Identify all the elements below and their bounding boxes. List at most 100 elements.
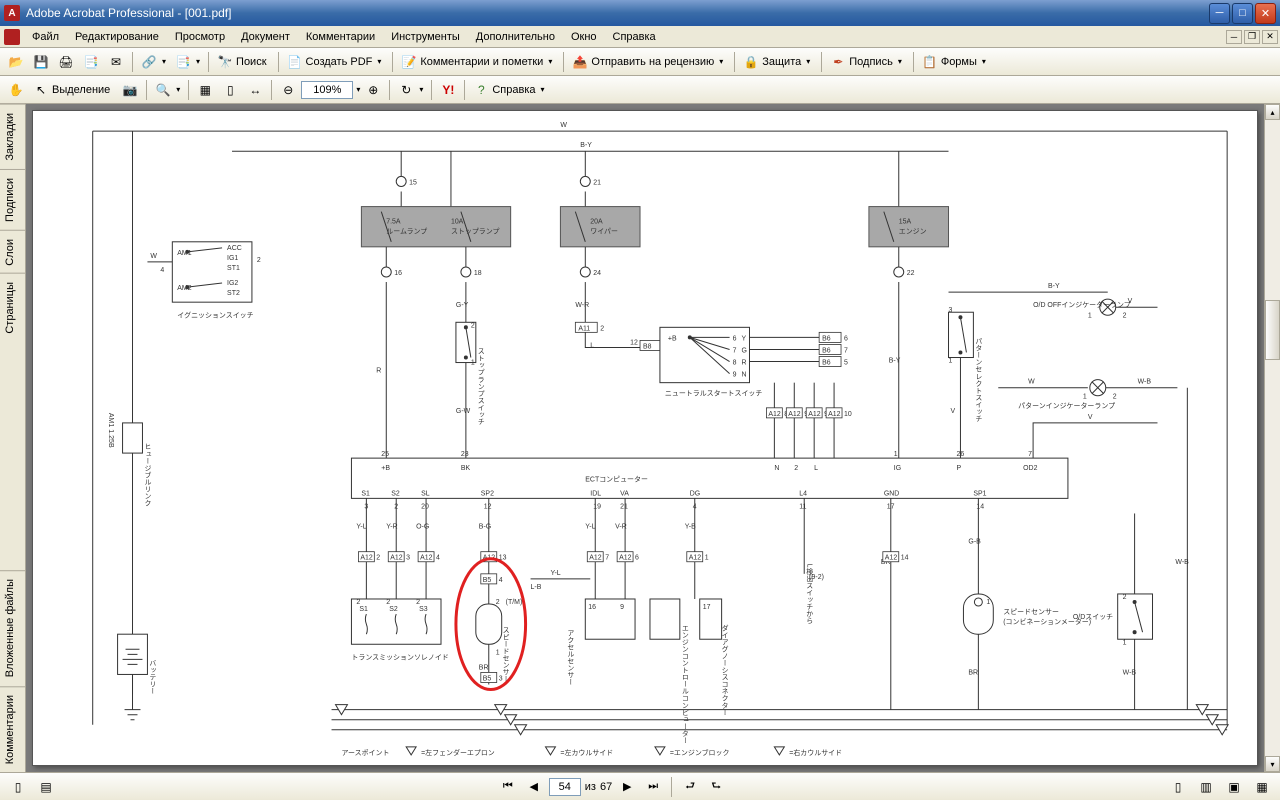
fit-page-button[interactable]: ▦ bbox=[193, 79, 217, 101]
print-button[interactable]: 🖨 bbox=[54, 51, 78, 73]
minimize-button[interactable]: ─ bbox=[1209, 3, 1230, 24]
svg-text:IG1: IG1 bbox=[227, 255, 238, 262]
zoom-dropdown[interactable]: ▾ bbox=[356, 85, 360, 94]
forward-view[interactable]: ⮑ bbox=[705, 776, 727, 798]
page-layout-single[interactable]: ▯ bbox=[6, 776, 30, 798]
svg-text:2: 2 bbox=[386, 599, 390, 606]
hand-tool[interactable]: ✋ bbox=[4, 79, 28, 101]
svg-text:ACC: ACC bbox=[227, 245, 242, 252]
svg-text:=右カウルサイド: =右カウルサイド bbox=[789, 748, 842, 757]
select-tool[interactable]: ↖Выделение bbox=[29, 79, 117, 101]
app-icon: A bbox=[4, 5, 20, 21]
menu-window[interactable]: Окно bbox=[563, 28, 605, 46]
vertical-scrollbar[interactable]: ▴ ▾ bbox=[1264, 104, 1280, 772]
svg-text:トランスミッションソレノイド: トランスミッションソレノイド bbox=[351, 653, 448, 661]
continuous-view[interactable]: ▥ bbox=[1194, 776, 1218, 798]
bookmarks-button[interactable]: 📑▾ bbox=[171, 51, 204, 73]
svg-text:2: 2 bbox=[496, 599, 500, 606]
search-button[interactable]: 🔭Поиск bbox=[213, 51, 273, 73]
svg-text:SP2: SP2 bbox=[481, 490, 494, 497]
print-icon: 🖨 bbox=[58, 54, 74, 70]
menu-help[interactable]: Справка bbox=[605, 28, 664, 46]
scroll-down[interactable]: ▾ bbox=[1265, 756, 1280, 772]
svg-text:S3: S3 bbox=[419, 606, 428, 613]
page-layout-continuous[interactable]: ▤ bbox=[34, 776, 58, 798]
zoom-input[interactable] bbox=[301, 81, 353, 99]
svg-text:OD2: OD2 bbox=[1023, 465, 1037, 472]
mdi-restore[interactable]: ❐ bbox=[1244, 30, 1260, 44]
svg-text:AM2: AM2 bbox=[177, 285, 191, 292]
link-button[interactable]: 🔗▾ bbox=[137, 51, 170, 73]
page-of-label: из bbox=[585, 781, 596, 793]
create-pdf-button[interactable]: 📄Создать PDF▾ bbox=[283, 51, 389, 73]
svg-text:25: 25 bbox=[381, 451, 389, 458]
svg-text:11: 11 bbox=[799, 503, 806, 510]
tab-signatures[interactable]: Подписи bbox=[0, 169, 25, 230]
open-button[interactable]: 📂 bbox=[4, 51, 28, 73]
security-button[interactable]: 🔒Защита▾ bbox=[739, 51, 817, 73]
zoom-out-button[interactable]: ⊖ bbox=[276, 79, 300, 101]
zoom-in-button[interactable]: ⊕ bbox=[361, 79, 385, 101]
svg-text:エンジンコントロールコンピューター: エンジンコントロールコンピューター bbox=[681, 624, 688, 744]
svg-text:BR: BR bbox=[479, 664, 489, 671]
email-button[interactable]: ✉ bbox=[104, 51, 128, 73]
mdi-close[interactable]: ✕ bbox=[1262, 30, 1278, 44]
organizer-button[interactable]: 📑 bbox=[79, 51, 103, 73]
forms-button[interactable]: 📋Формы▾ bbox=[918, 51, 993, 73]
menu-tools[interactable]: Инструменты bbox=[383, 28, 468, 46]
menu-comments[interactable]: Комментарии bbox=[298, 28, 383, 46]
page-number-input[interactable] bbox=[549, 778, 581, 796]
layout-contfacing-icon: ▦ bbox=[1254, 779, 1270, 795]
tab-bookmarks[interactable]: Закладки bbox=[0, 104, 25, 169]
menu-edit[interactable]: Редактирование bbox=[67, 28, 167, 46]
svg-text:V: V bbox=[951, 408, 956, 415]
svg-text:G-B: G-B bbox=[968, 539, 981, 546]
mdi-minimize[interactable]: ─ bbox=[1226, 30, 1242, 44]
last-page[interactable]: ⏭ bbox=[642, 776, 664, 798]
zoom-in-tool[interactable]: 🔍▾ bbox=[151, 79, 184, 101]
menu-document[interactable]: Документ bbox=[233, 28, 298, 46]
scroll-thumb[interactable] bbox=[1265, 300, 1280, 360]
svg-text:R: R bbox=[376, 368, 381, 375]
document-area[interactable]: W B-Y B-Y 15 21 7.5Aルームランプ 10Aストップランプ 20… bbox=[26, 104, 1280, 772]
bookmark-icon: 📑 bbox=[175, 54, 191, 70]
close-button[interactable]: ✕ bbox=[1255, 3, 1276, 24]
svg-text:2: 2 bbox=[471, 322, 475, 329]
prev-page[interactable]: ◀ bbox=[523, 776, 545, 798]
tab-attachments[interactable]: Вложенные файлы bbox=[0, 570, 25, 685]
maximize-button[interactable]: □ bbox=[1232, 3, 1253, 24]
svg-text:スピードセンサー: スピードセンサー bbox=[1003, 608, 1059, 616]
toolbar-view: ✋ ↖Выделение 📷 🔍▾ ▦ ▯ ↔ ⊖ ▾ ⊕ ↻▾ Y! ?Спр… bbox=[0, 76, 1280, 104]
svg-text:18: 18 bbox=[474, 270, 482, 277]
menu-view[interactable]: Просмотр bbox=[167, 28, 233, 46]
help-button[interactable]: ?Справка▾ bbox=[469, 79, 551, 101]
scroll-up[interactable]: ▴ bbox=[1265, 104, 1280, 120]
facing-view[interactable]: ▣ bbox=[1222, 776, 1246, 798]
save-button[interactable]: 💾 bbox=[29, 51, 53, 73]
tab-layers[interactable]: Слои bbox=[0, 230, 25, 274]
snapshot-tool[interactable]: 📷 bbox=[118, 79, 142, 101]
svg-text:Y-L: Y-L bbox=[356, 524, 366, 531]
comments-button[interactable]: 📝Комментарии и пометки▾ bbox=[397, 51, 559, 73]
svg-text:アースポイント: アースポイント bbox=[341, 749, 389, 757]
fit-width-button[interactable]: ↔ bbox=[243, 79, 267, 101]
svg-text:9: 9 bbox=[733, 372, 737, 379]
next-page[interactable]: ▶ bbox=[616, 776, 638, 798]
single-page-view[interactable]: ▯ bbox=[1166, 776, 1190, 798]
tab-pages[interactable]: Страницы bbox=[0, 273, 25, 342]
svg-text:L検出スイッチから: L検出スイッチから bbox=[806, 564, 813, 624]
svg-text:A12: A12 bbox=[808, 411, 820, 418]
yahoo-button[interactable]: Y! bbox=[436, 79, 460, 101]
send-review-button[interactable]: 📤Отправить на рецензию▾ bbox=[568, 51, 730, 73]
sign-button[interactable]: ✒Подпись▾ bbox=[826, 51, 909, 73]
actual-size-button[interactable]: ▯ bbox=[218, 79, 242, 101]
continuous-facing-view[interactable]: ▦ bbox=[1250, 776, 1274, 798]
first-page[interactable]: ⏮ bbox=[497, 776, 519, 798]
menu-file[interactable]: Файл bbox=[24, 28, 67, 46]
menu-advanced[interactable]: Дополнительно bbox=[468, 28, 563, 46]
rotate-cw-button[interactable]: ↻▾ bbox=[394, 79, 427, 101]
svg-text:パターンセレクトスイッチ: パターンセレクトスイッチ bbox=[975, 337, 982, 422]
scroll-track[interactable] bbox=[1265, 120, 1280, 756]
tab-comments[interactable]: Комментарии bbox=[0, 686, 25, 772]
back-view[interactable]: ⮐ bbox=[679, 776, 701, 798]
